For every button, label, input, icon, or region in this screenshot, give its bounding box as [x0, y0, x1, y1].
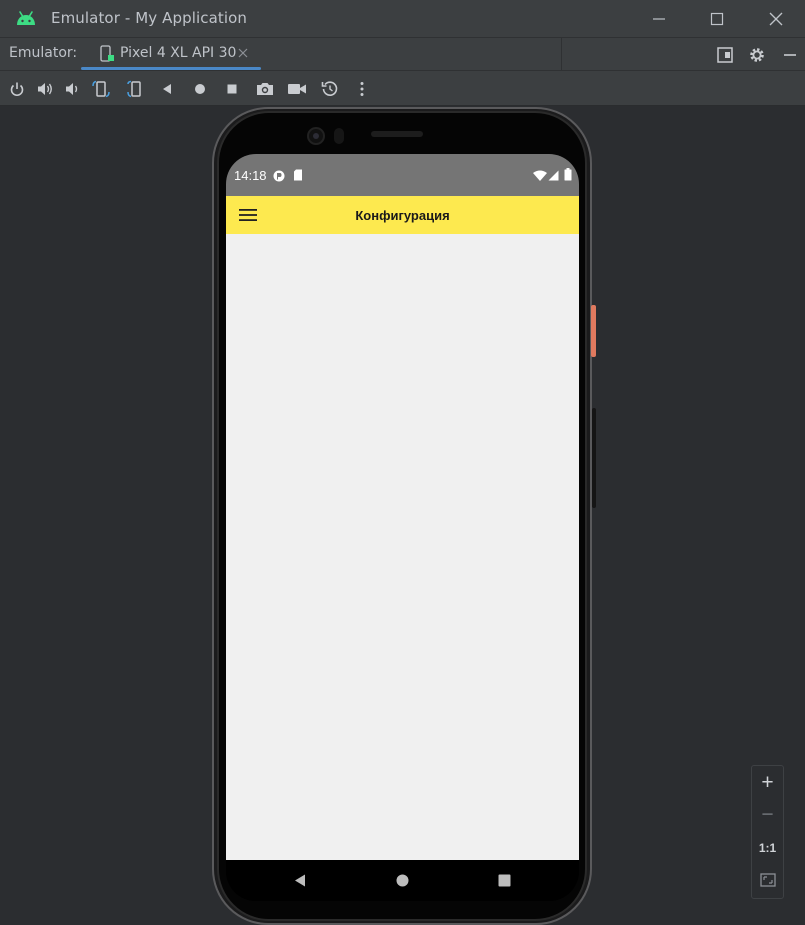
front-camera [307, 127, 325, 145]
earpiece-speaker [371, 131, 423, 137]
close-window-button[interactable] [761, 6, 791, 32]
navigation-bar [226, 860, 579, 901]
sd-card-icon [294, 169, 302, 181]
maximize-icon [710, 12, 724, 26]
overview-icon [227, 84, 237, 94]
snapshot-restore-icon [321, 81, 338, 96]
hide-button[interactable] [779, 44, 801, 66]
tab-label: Pixel 4 XL API 30 [120, 45, 237, 61]
rotate-right-button[interactable] [124, 78, 146, 100]
power-icon [10, 82, 24, 97]
more-button[interactable] [351, 78, 373, 100]
screen-record-button[interactable] [286, 78, 308, 100]
zoom-actual-size-button[interactable]: 1:1 [752, 833, 783, 863]
signal-icon [548, 170, 559, 181]
device-tab-bar: Emulator: Pixel 4 XL API 30 [0, 37, 805, 70]
zoom-in-button[interactable]: + [752, 768, 783, 798]
maximize-button[interactable] [702, 6, 732, 32]
tab-caption: Emulator: [9, 45, 78, 61]
overview-button[interactable] [221, 78, 243, 100]
volume-down-icon [66, 83, 78, 95]
rotate-left-button[interactable] [90, 78, 112, 100]
rotate-right-icon [127, 80, 141, 98]
home-icon [195, 84, 205, 94]
power-button[interactable] [6, 78, 28, 100]
camera-icon [257, 83, 273, 95]
snapshot-layout-button[interactable] [714, 44, 736, 66]
close-icon [769, 12, 783, 26]
page-title: Конфигурация [355, 208, 450, 223]
nav-recents-icon[interactable] [498, 874, 511, 887]
volume-down-button[interactable] [61, 78, 83, 100]
minimize-icon [653, 18, 665, 20]
rotate-left-icon [92, 80, 110, 98]
volume-up-button[interactable] [34, 78, 56, 100]
status-time: 14:18 [234, 168, 267, 183]
power-side-button[interactable] [591, 305, 596, 357]
gear-icon [750, 48, 764, 62]
close-icon[interactable] [235, 45, 251, 61]
back-icon [163, 84, 171, 94]
minimize-button[interactable] [644, 6, 674, 32]
zoom-panel: + − 1:1 [751, 765, 784, 899]
back-button[interactable] [156, 78, 178, 100]
snapshot-layout-icon [717, 47, 733, 63]
volume-up-icon [38, 83, 52, 95]
nav-back-icon[interactable] [294, 874, 306, 887]
tab-separator [561, 38, 562, 70]
emulator-toolbar [0, 70, 805, 106]
nav-home-icon[interactable] [396, 874, 409, 887]
screenshot-button[interactable] [254, 78, 276, 100]
notification-icon [273, 170, 285, 182]
volume-side-button[interactable] [592, 408, 596, 508]
home-button[interactable] [189, 78, 211, 100]
fit-screen-icon [759, 873, 776, 887]
battery-icon [564, 168, 572, 181]
app-content [226, 234, 579, 860]
wifi-icon [533, 170, 547, 181]
video-icon [288, 84, 306, 94]
device-icon [100, 45, 114, 62]
more-icon [360, 82, 364, 96]
android-icon [17, 11, 35, 25]
settings-button[interactable] [746, 44, 768, 66]
zoom-fit-button[interactable] [752, 865, 783, 895]
status-bar: 14:18 [226, 154, 579, 196]
snapshot-restore-button[interactable] [319, 78, 341, 100]
zoom-out-button[interactable]: − [752, 800, 783, 830]
face-sensor [334, 128, 344, 144]
device-screen[interactable]: 14:18 Конфигурация [226, 154, 579, 901]
hide-icon [784, 54, 796, 56]
window-title-bar: Emulator - My Application [0, 0, 805, 37]
window-title: Emulator - My Application [51, 9, 248, 27]
app-bar: Конфигурация [226, 196, 579, 234]
tab-pixel-4-xl[interactable]: Pixel 4 XL API 30 [81, 38, 261, 70]
